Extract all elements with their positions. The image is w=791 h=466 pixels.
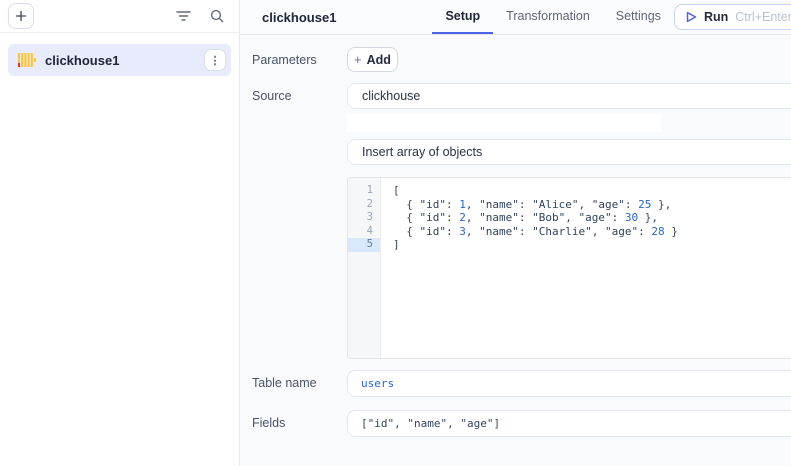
tab-settings[interactable]: Settings bbox=[603, 0, 674, 34]
add-label: Add bbox=[367, 53, 391, 67]
plus-icon: + bbox=[354, 53, 362, 66]
line-number: 4 bbox=[348, 225, 380, 239]
add-parameter-button[interactable]: + Add bbox=[347, 47, 398, 72]
fields-value: ["id", "name", "age"] bbox=[361, 417, 500, 430]
code-editor[interactable]: 12345 [ { "id": 1, "name": "Alice", "age… bbox=[347, 177, 791, 359]
run-button[interactable]: Run Ctrl+Enter bbox=[674, 4, 791, 30]
code-line: { "id": 3, "name": "Charlie", "age": 28 … bbox=[393, 225, 791, 239]
sidebar-toolbar bbox=[0, 0, 239, 33]
fields-label: Fields bbox=[252, 410, 347, 437]
run-shortcut: Ctrl+Enter bbox=[735, 10, 791, 24]
table-name-input[interactable]: users bbox=[347, 370, 791, 397]
query-sidebar: clickhouse1 ⋮ bbox=[0, 0, 240, 466]
parameters-label: Parameters bbox=[252, 47, 347, 72]
parameters-row: Parameters + Add bbox=[252, 47, 791, 72]
code-editor-gutter: 12345 bbox=[348, 178, 381, 358]
tab-setup[interactable]: Setup bbox=[432, 0, 493, 34]
source-select[interactable]: clickhouse bbox=[347, 83, 791, 109]
code-line: { "id": 1, "name": "Alice", "age": 25 }, bbox=[393, 198, 791, 212]
line-number: 3 bbox=[348, 211, 380, 225]
app-window: clickhouse1 ⋮ clickhouse1 SetupTransform… bbox=[0, 0, 791, 466]
kebab-menu-icon[interactable]: ⋮ bbox=[204, 49, 226, 71]
code-line: [ bbox=[393, 184, 791, 198]
operation-select[interactable]: Insert array of objects bbox=[347, 139, 791, 165]
query-list: clickhouse1 ⋮ bbox=[0, 33, 239, 87]
run-label: Run bbox=[704, 10, 728, 24]
source-select-value: clickhouse bbox=[362, 89, 791, 103]
source-label: Source bbox=[252, 83, 347, 359]
table-name-label: Table name bbox=[252, 370, 347, 397]
sidebar-item-clickhouse1[interactable]: clickhouse1 ⋮ bbox=[8, 44, 231, 76]
tabs: SetupTransformationSettings bbox=[432, 0, 674, 34]
line-number: 2 bbox=[348, 198, 380, 212]
operation-select-value: Insert array of objects bbox=[362, 145, 791, 159]
query-editor-panel: clickhouse1 SetupTransformationSettings … bbox=[240, 0, 791, 466]
blank-placeholder bbox=[347, 114, 661, 132]
filter-icon[interactable] bbox=[175, 8, 191, 24]
query-item-label: clickhouse1 bbox=[45, 53, 204, 68]
fields-row: Fields ["id", "name", "age"] bbox=[252, 410, 791, 437]
code-line: ] bbox=[393, 238, 791, 252]
fields-input[interactable]: ["id", "name", "age"] bbox=[347, 410, 791, 437]
source-row: Source clickhouse Insert array of object… bbox=[252, 83, 791, 359]
header-actions: Run Ctrl+Enter Preview bbox=[674, 0, 791, 34]
clickhouse-icon bbox=[18, 53, 36, 67]
line-number: 5 bbox=[348, 238, 380, 252]
editor-header: clickhouse1 SetupTransformationSettings … bbox=[240, 0, 791, 35]
table-name-value: users bbox=[361, 377, 394, 390]
play-icon bbox=[686, 11, 697, 23]
new-query-button[interactable] bbox=[8, 3, 34, 29]
code-line: { "id": 2, "name": "Bob", "age": 30 }, bbox=[393, 211, 791, 225]
code-editor-content: [ { "id": 1, "name": "Alice", "age": 25 … bbox=[381, 178, 791, 358]
line-number: 1 bbox=[348, 184, 380, 198]
setup-form: Parameters + Add Source clickhouse bbox=[240, 35, 791, 437]
plus-icon bbox=[15, 10, 27, 22]
tab-transformation[interactable]: Transformation bbox=[493, 0, 603, 34]
table-name-row: Table name users bbox=[252, 370, 791, 397]
query-title: clickhouse1 bbox=[262, 10, 336, 25]
search-icon[interactable] bbox=[209, 8, 225, 24]
